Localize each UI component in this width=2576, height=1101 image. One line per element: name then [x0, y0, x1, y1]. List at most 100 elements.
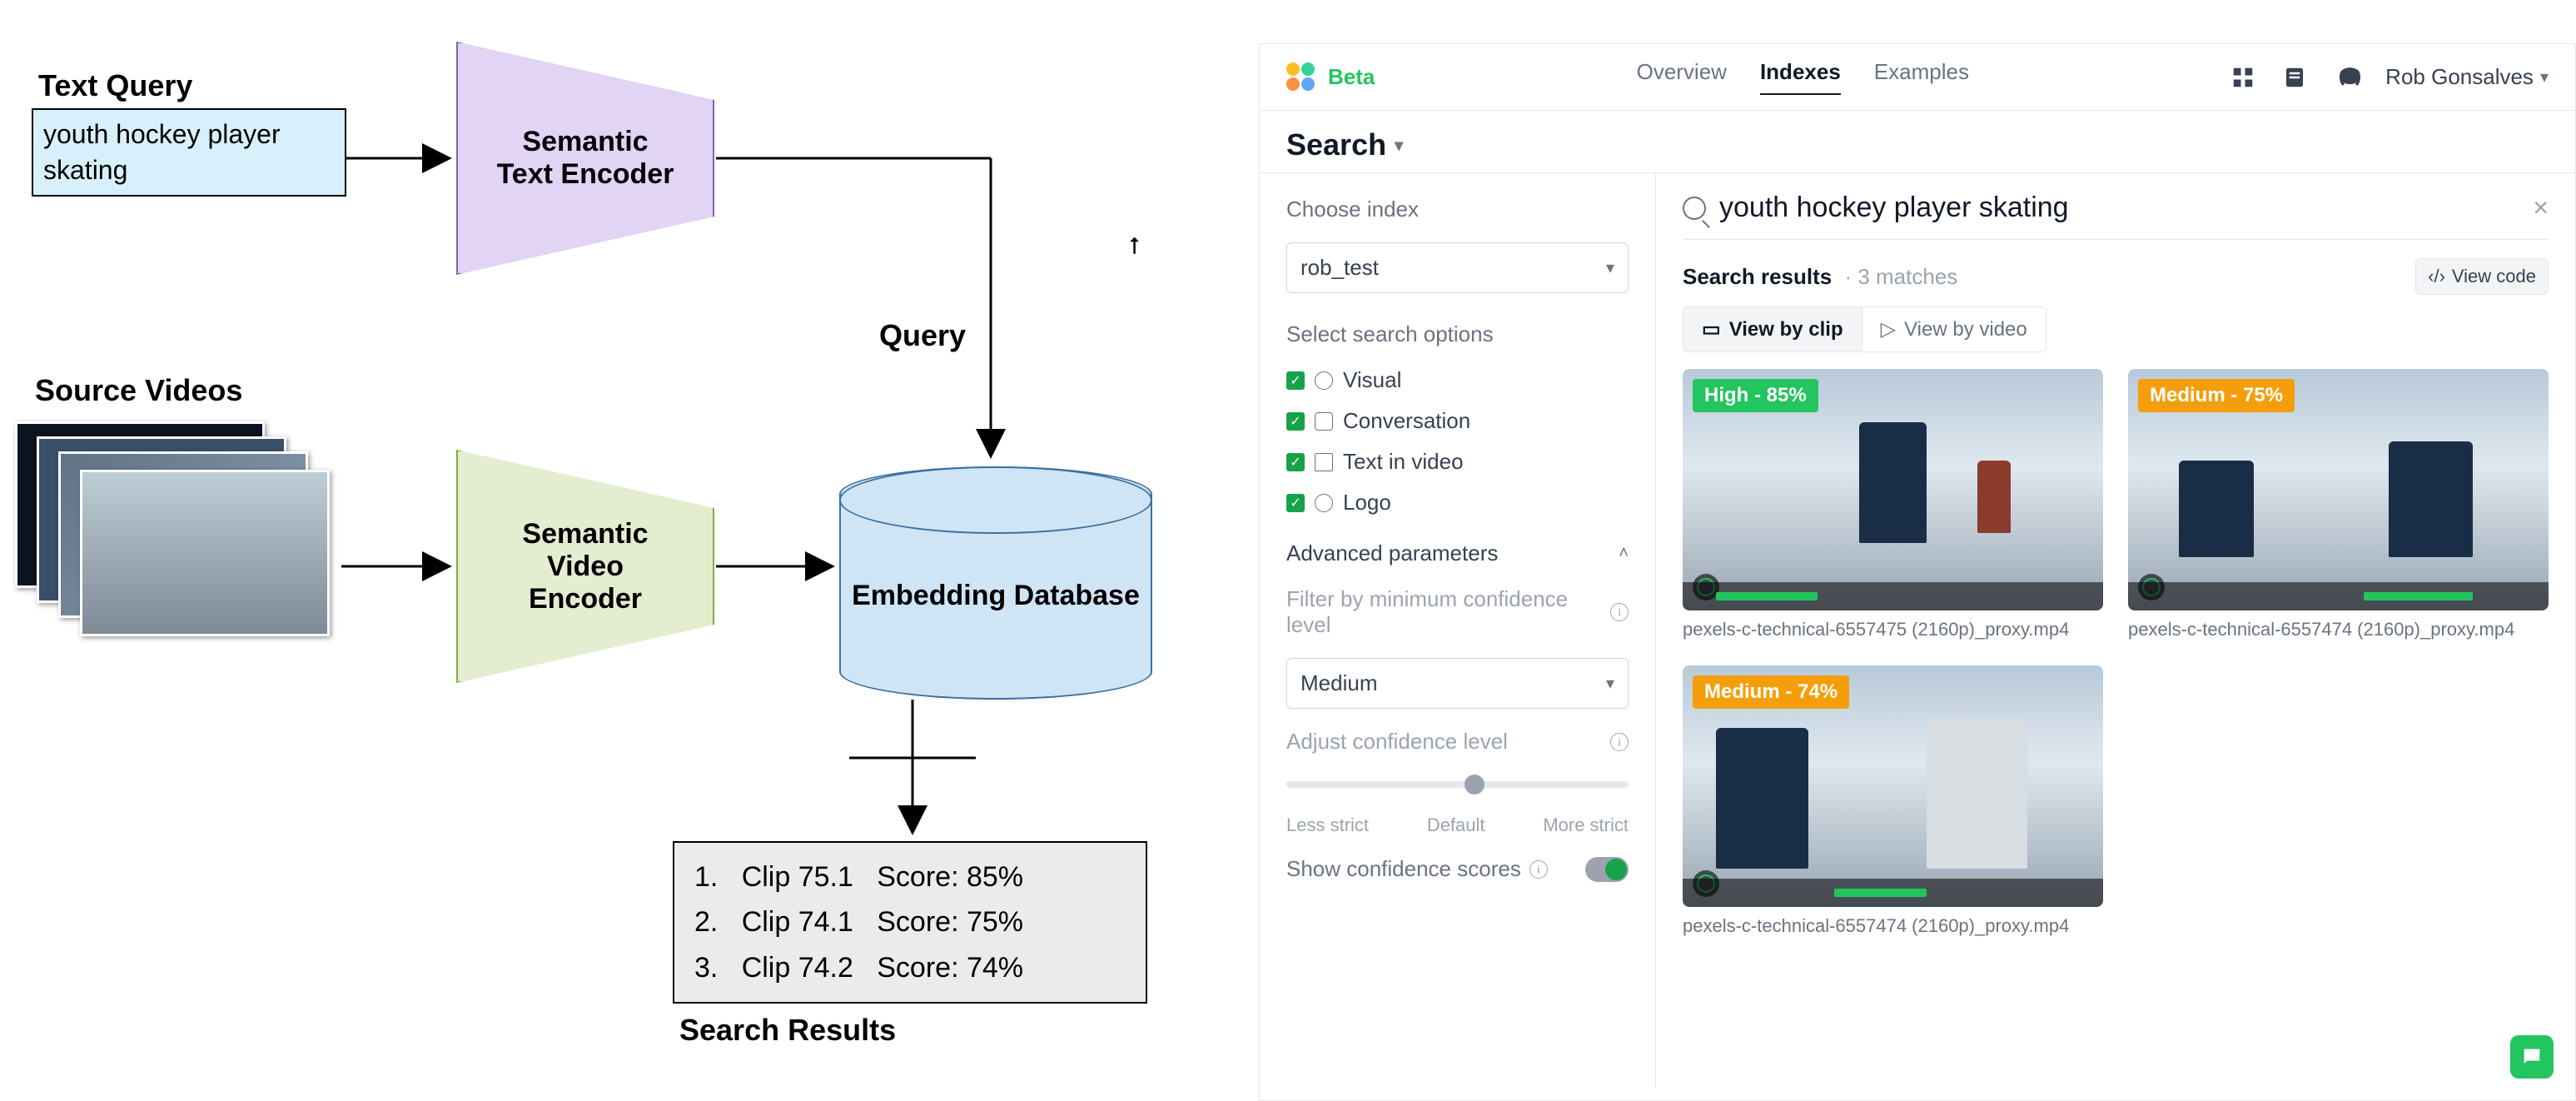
grid-view-icon[interactable] — [2230, 65, 2259, 90]
clip-icon: ▭ — [1702, 317, 1721, 341]
user-name: Rob Gonsalves — [2385, 64, 2534, 90]
brand-tag: Beta — [1328, 64, 1375, 90]
video-encoder-block: Semantic Video Encoder — [456, 450, 714, 683]
text-icon — [1315, 453, 1333, 471]
search-options-label: Select search options — [1286, 321, 1629, 347]
text-query-label: Text Query — [38, 68, 192, 103]
query-arrow-label: Query — [879, 318, 966, 353]
topbar-right: Rob Gonsalves ▾ — [2230, 64, 2549, 90]
embedding-db: Embedding Database — [839, 466, 1152, 700]
chevron-down-icon: ▾ — [1395, 135, 1403, 156]
view-code-button[interactable]: ‹/› View code — [2415, 258, 2549, 295]
confidence-badge: Medium - 75% — [2138, 379, 2295, 412]
slider-labels: Less strict Default More strict — [1286, 815, 1629, 836]
camera-icon — [1315, 494, 1333, 512]
search-input[interactable] — [1719, 192, 2519, 224]
eye-icon — [1315, 371, 1333, 390]
clip-timeline[interactable] — [2128, 582, 2549, 610]
topbar: Beta Overview Indexes Examples Rob Gonsa… — [1260, 44, 2575, 111]
choose-index-label: Choose index — [1286, 197, 1629, 222]
search-results-label: Search Results — [679, 1013, 896, 1048]
confidence-badge: Medium - 74% — [1693, 675, 1849, 709]
toggle-knob — [1605, 859, 1627, 880]
discord-icon[interactable] — [2334, 65, 2362, 90]
confidence-select[interactable]: Medium ▾ — [1286, 658, 1629, 709]
clip-filename: pexels-c-technical-6557475 (2160p)_proxy… — [1683, 619, 2103, 640]
result-clip[interactable]: High - 85% pexels-c-technical-6557475 (2… — [1683, 369, 2103, 640]
search-main: × Search results · 3 matches ‹/› View co… — [1656, 173, 2575, 1088]
option-text-in-video[interactable]: ✓ Text in video — [1286, 449, 1629, 475]
tab-label: View by clip — [1729, 318, 1843, 341]
speech-icon — [1315, 412, 1333, 431]
confidence-badge: High - 85% — [1693, 379, 1818, 412]
checkbox-icon: ✓ — [1286, 371, 1305, 390]
results-count: 3 matches — [1857, 264, 1957, 289]
clip-timeline[interactable] — [1683, 582, 2103, 610]
nav-indexes[interactable]: Indexes — [1760, 59, 1841, 95]
clip-filename: pexels-c-technical-6557474 (2160p)_proxy… — [2128, 619, 2549, 640]
top-nav: Overview Indexes Examples — [1637, 59, 1969, 95]
info-icon[interactable]: i — [1529, 860, 1548, 879]
checkbox-icon: ✓ — [1286, 494, 1305, 512]
show-scores-toggle[interactable] — [1585, 857, 1629, 882]
source-videos-label: Source Videos — [35, 373, 242, 408]
clear-search-icon[interactable]: × — [2533, 192, 2549, 223]
results-heading: Search results — [1683, 264, 1832, 289]
results-header: Search results · 3 matches ‹/› View code — [1683, 258, 2549, 295]
code-icon: ‹/› — [2428, 266, 2445, 287]
video-thumbnails-stack — [15, 421, 331, 655]
chat-fab[interactable] — [2510, 1035, 2554, 1079]
chevron-down-icon: ▾ — [2540, 67, 2549, 87]
option-label: Visual — [1343, 367, 1401, 393]
filter-confidence-label-row: Filter by minimum confidence level i — [1286, 586, 1629, 638]
view-tabs: ▭ View by clip ▷ View by video — [1683, 306, 2549, 352]
chevron-up-icon: ˄ — [1619, 544, 1629, 563]
brand: Beta — [1286, 62, 1375, 92]
option-visual[interactable]: ✓ Visual — [1286, 367, 1629, 393]
nav-examples[interactable]: Examples — [1874, 59, 1969, 95]
tab-view-by-video[interactable]: ▷ View by video — [1862, 306, 2046, 352]
adjust-confidence-row: Adjust confidence level i — [1286, 729, 1629, 755]
section-header: Search▾ — [1260, 111, 2575, 173]
info-icon[interactable]: i — [1610, 603, 1629, 621]
slider-mid-label: Default — [1427, 815, 1485, 836]
tab-view-by-clip[interactable]: ▭ View by clip — [1683, 306, 1862, 352]
option-logo[interactable]: ✓ Logo — [1286, 490, 1629, 516]
result-row: 1. Clip 75.1 Score: 85% — [694, 854, 1126, 899]
results-meta: Search results · 3 matches — [1683, 264, 1957, 290]
search-results-box: 1. Clip 75.1 Score: 85% 2. Clip 74.1 Sco… — [673, 841, 1147, 1004]
option-label: Conversation — [1343, 408, 1470, 434]
advanced-params-toggle[interactable]: Advanced parameters ˄ — [1286, 541, 1629, 566]
video-thumb — [80, 470, 330, 636]
search-icon — [1683, 197, 1706, 220]
docs-icon[interactable] — [2282, 65, 2310, 90]
info-icon[interactable]: i — [1610, 733, 1629, 751]
slider-thumb[interactable] — [1465, 775, 1484, 795]
search-options-group: ✓ Visual ✓ Conversation ✓ Text in video … — [1286, 367, 1629, 516]
option-label: Logo — [1343, 490, 1391, 516]
result-clip[interactable]: Medium - 74% pexels-c-technical-6557474 … — [1683, 665, 2103, 937]
user-menu[interactable]: Rob Gonsalves ▾ — [2385, 64, 2549, 90]
view-code-label: View code — [2452, 266, 2536, 287]
result-row: 3. Clip 74.2 Score: 74% — [694, 945, 1126, 990]
clip-timeline[interactable] — [1683, 879, 2103, 907]
result-clip[interactable]: Medium - 75% pexels-c-technical-6557474 … — [2128, 369, 2549, 640]
show-scores-label: Show confidence scores — [1286, 856, 1521, 882]
clip-thumbnail: Medium - 75% — [2128, 369, 2549, 610]
index-selected-value: rob_test — [1300, 255, 1379, 281]
clip-thumbnail: Medium - 74% — [1683, 665, 2103, 907]
search-bar: × — [1683, 192, 2549, 240]
clip-filename: pexels-c-technical-6557474 (2160p)_proxy… — [1683, 915, 2103, 937]
nav-overview[interactable]: Overview — [1637, 59, 1727, 95]
mouse-cursor-icon: ⭡ — [1129, 233, 1149, 253]
index-select[interactable]: rob_test ▾ — [1286, 242, 1629, 293]
chat-icon — [2520, 1045, 2544, 1069]
option-conversation[interactable]: ✓ Conversation — [1286, 408, 1629, 434]
chevron-down-icon: ▾ — [1606, 257, 1614, 278]
option-label: Text in video — [1343, 449, 1464, 475]
text-encoder-block: Semantic Text Encoder — [456, 42, 714, 275]
tab-label: View by video — [1904, 318, 2027, 341]
confidence-slider[interactable] — [1286, 781, 1629, 788]
results-grid: High - 85% pexels-c-technical-6557475 (2… — [1683, 369, 2549, 937]
section-title-dropdown[interactable]: Search▾ — [1286, 127, 2549, 162]
